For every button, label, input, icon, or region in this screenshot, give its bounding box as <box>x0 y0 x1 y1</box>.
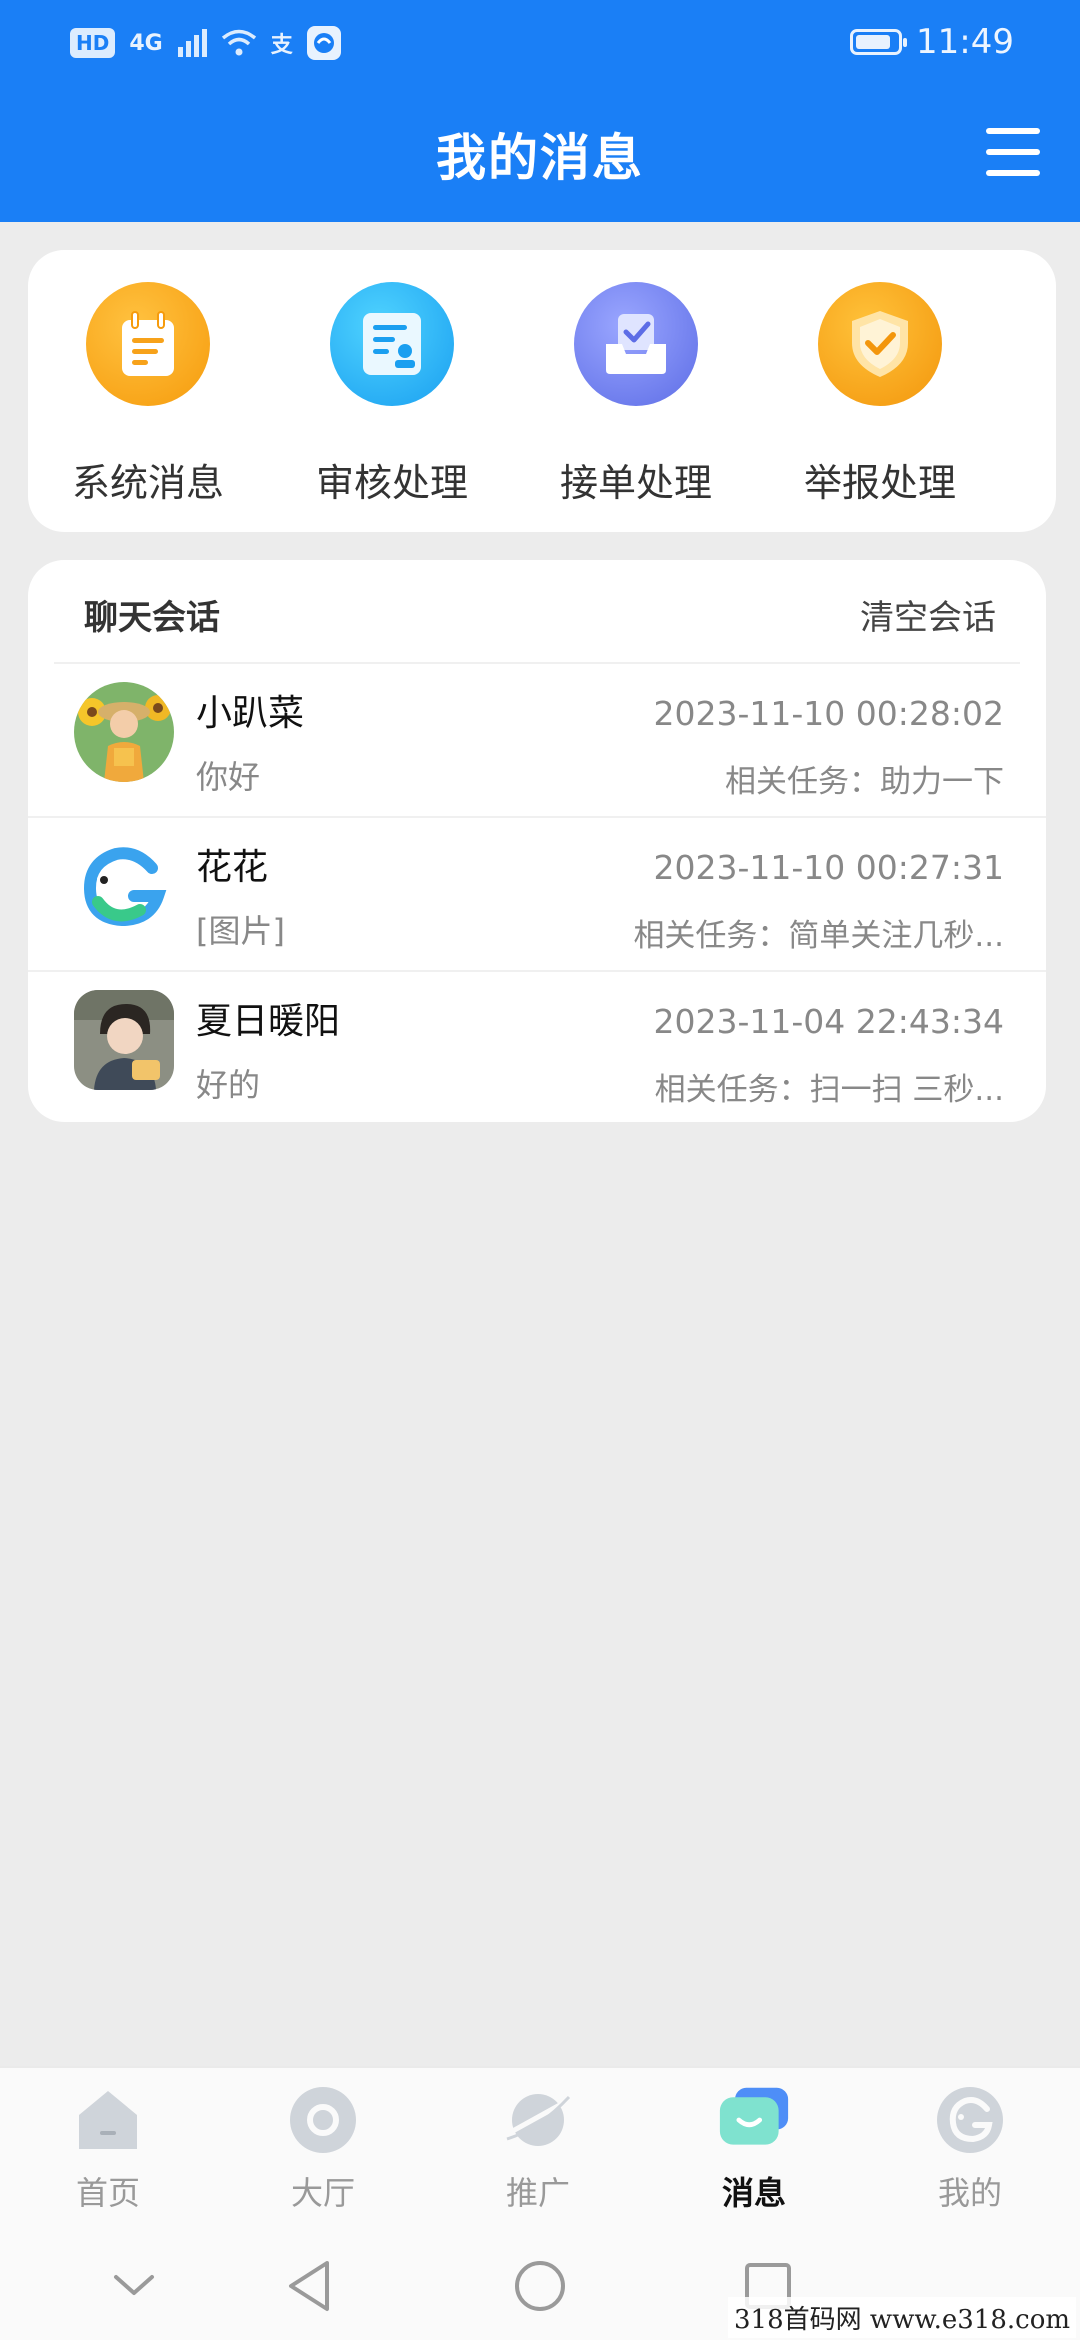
chat-card: 聊天会话 清空会话 小趴菜 你好 2023-11-10 00:28:02 相关任… <box>28 560 1046 1122</box>
chat-row[interactable]: 花花 [图片] 2023-11-10 00:27:31 相关任务：简单关注几秒.… <box>28 818 1046 972</box>
menu-icon-line <box>986 128 1040 134</box>
notepad-icon <box>86 282 210 406</box>
chat-timestamp: 2023-11-10 00:28:02 <box>653 694 1004 733</box>
chat-last-message: [图片] <box>196 912 285 950</box>
shortcut-system-messages[interactable]: 系统消息 <box>28 282 268 512</box>
shortcut-reports[interactable]: 举报处理 <box>760 282 1000 512</box>
chat-row[interactable]: 夏日暖阳 好的 2023-11-04 22:43:34 相关任务：扫一扫 三秒.… <box>28 972 1046 1126</box>
app-header: HD 4G 支 11:49 我的消息 <box>0 0 1080 222</box>
signal-icon <box>177 29 207 57</box>
nav-home[interactable]: 首页 <box>28 2084 188 2214</box>
app-notification-icon <box>306 26 341 60</box>
shortcut-label: 接单处理 <box>559 461 712 505</box>
shortcut-label: 系统消息 <box>71 461 224 505</box>
chat-header: 聊天会话 清空会话 <box>54 560 1020 664</box>
shortcut-accept-orders[interactable]: 接单处理 <box>516 282 756 512</box>
shield-check-icon <box>818 282 942 406</box>
alipay-icon: 支 <box>270 33 293 58</box>
hall-icon <box>287 2084 359 2156</box>
chat-timestamp: 2023-11-10 00:27:31 <box>653 848 1004 887</box>
shortcut-review[interactable]: 审核处理 <box>272 282 512 512</box>
promote-planet-icon <box>502 2084 574 2156</box>
menu-button[interactable] <box>986 128 1040 176</box>
clock: 11:49 <box>916 22 1014 62</box>
chat-last-message: 好的 <box>196 1066 261 1104</box>
status-bar: HD 4G 支 11:49 <box>0 0 1080 92</box>
avatar <box>74 836 174 936</box>
nav-messages[interactable]: 消息 <box>674 2084 834 2214</box>
battery-level <box>856 35 891 49</box>
shortcut-label: 举报处理 <box>803 461 956 505</box>
avatar <box>74 682 174 782</box>
clear-chats-button[interactable]: 清空会话 <box>860 590 996 639</box>
menu-icon-line <box>986 149 1040 155</box>
home-icon <box>72 2084 144 2156</box>
menu-icon-line <box>986 170 1040 176</box>
nav-promote[interactable]: 推广 <box>458 2084 618 2214</box>
chat-row[interactable]: 小趴菜 你好 2023-11-10 00:28:02 相关任务：助力一下 <box>28 664 1046 818</box>
avatar <box>74 990 174 1090</box>
system-nav-bar: 318首码网 www.e318.com <box>0 2226 1080 2340</box>
chat-contact-name: 夏日暖阳 <box>196 1001 341 1042</box>
shortcut-card: 系统消息 审核处理 接单处理 举报处理 <box>28 250 1056 532</box>
chat-timestamp: 2023-11-04 22:43:34 <box>653 1002 1004 1041</box>
nav-label: 我的 <box>937 2174 1002 2212</box>
review-document-icon <box>330 282 454 406</box>
inbox-check-icon <box>574 282 698 406</box>
home-circle-icon[interactable] <box>510 2256 570 2316</box>
wifi-icon <box>221 29 256 56</box>
chat-related-task: 相关任务：扫一扫 三秒... <box>654 1072 1004 1108</box>
profile-bird-icon <box>934 2084 1006 2156</box>
collapse-chevron-icon[interactable] <box>104 2256 164 2316</box>
chat-last-message: 你好 <box>196 758 261 796</box>
chat-related-task: 相关任务：简单关注几秒... <box>633 918 1004 954</box>
hd-indicator: HD <box>70 28 116 58</box>
chat-contact-name: 小趴菜 <box>196 693 305 734</box>
back-triangle-icon[interactable] <box>280 2256 340 2316</box>
battery-icon <box>850 29 908 55</box>
watermark: 318首码网 www.e318.com <box>728 2297 1076 2338</box>
message-bubble-icon <box>718 2084 790 2156</box>
chat-section-title: 聊天会话 <box>84 598 220 638</box>
status-left: HD 4G 支 <box>70 26 341 60</box>
nav-label: 首页 <box>75 2174 140 2212</box>
nav-hall[interactable]: 大厅 <box>243 2084 403 2214</box>
chat-contact-name: 花花 <box>196 847 269 888</box>
nav-label: 消息 <box>721 2174 786 2212</box>
nav-label: 大厅 <box>290 2174 355 2212</box>
nav-profile[interactable]: 我的 <box>890 2084 1050 2214</box>
status-right: 11:49 <box>850 22 1014 62</box>
shortcut-label: 审核处理 <box>315 461 468 505</box>
chat-related-task: 相关任务：助力一下 <box>725 764 1004 800</box>
network-type: 4G <box>129 30 163 56</box>
bottom-nav: 首页 大厅 推广 消息 我的 <box>0 2066 1080 2228</box>
nav-label: 推广 <box>505 2174 570 2212</box>
page-title: 我的消息 <box>436 129 644 187</box>
